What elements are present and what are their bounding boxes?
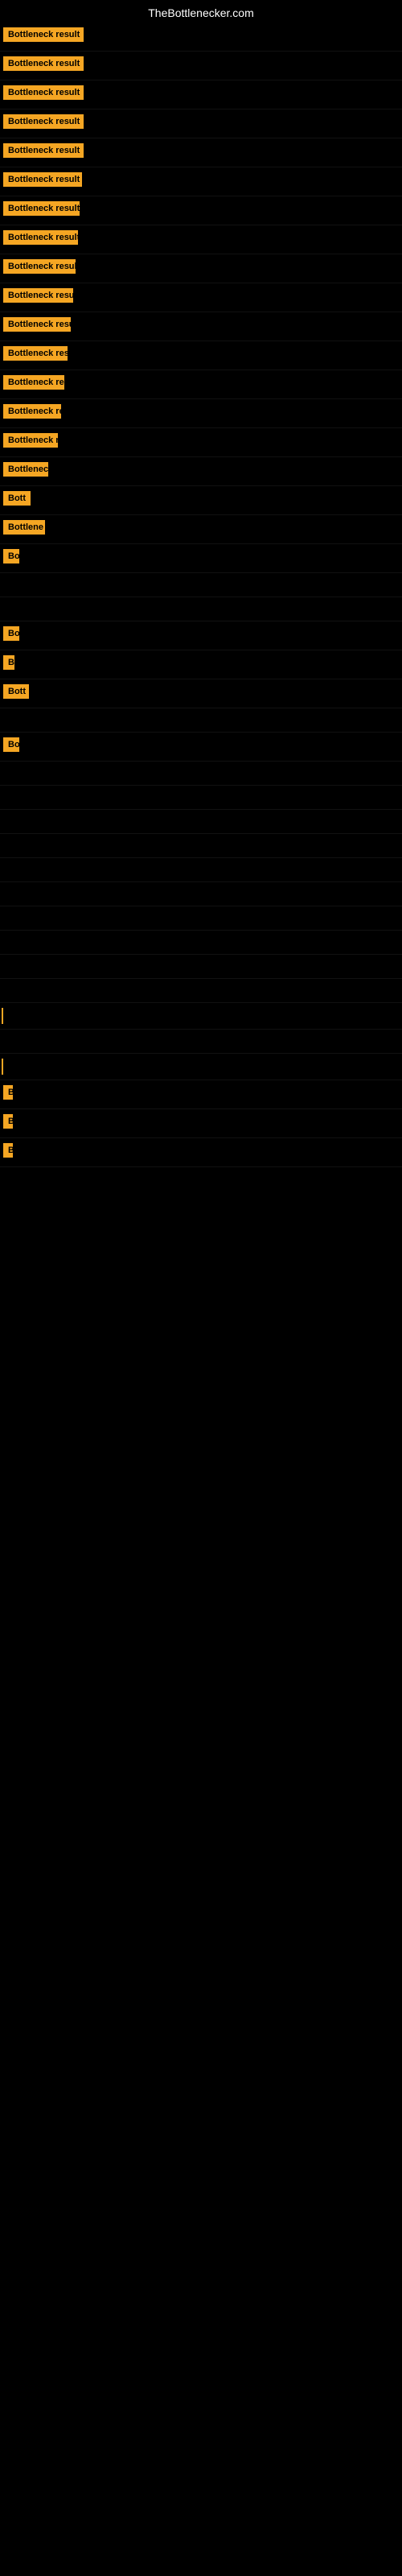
bottleneck-row: Bottleneck result bbox=[0, 167, 402, 196]
bottleneck-row: Bottleneck res bbox=[0, 370, 402, 399]
bottleneck-row bbox=[0, 1030, 402, 1054]
bottleneck-row: B bbox=[0, 1138, 402, 1167]
bottleneck-row bbox=[0, 1003, 402, 1030]
bottleneck-badge: Bottleneck result bbox=[3, 346, 68, 361]
bottleneck-badge: Bottleneck re bbox=[3, 433, 58, 448]
bottleneck-row bbox=[0, 810, 402, 834]
bottleneck-row bbox=[0, 979, 402, 1003]
bottleneck-row: Bottleneck re bbox=[0, 428, 402, 457]
bottleneck-badge: Bott bbox=[3, 491, 31, 506]
bottleneck-row: Bottleneck result bbox=[0, 283, 402, 312]
bottleneck-row bbox=[0, 834, 402, 858]
bottleneck-badge: Bottleneck result bbox=[3, 114, 84, 129]
bottleneck-row: Bo bbox=[0, 621, 402, 650]
bottleneck-row: Bottleneck result bbox=[0, 138, 402, 167]
bottleneck-row: Bottleneck result bbox=[0, 341, 402, 370]
bottleneck-row: Bottlene bbox=[0, 515, 402, 544]
bottleneck-row bbox=[0, 931, 402, 955]
badges-container: Bottleneck result Bottleneck result Bottle… bbox=[0, 23, 402, 1167]
vertical-marker bbox=[2, 1008, 3, 1024]
bottleneck-badge: Bo bbox=[3, 737, 19, 752]
bottleneck-row: B bbox=[0, 1109, 402, 1138]
bottleneck-row: Bottleneck result bbox=[0, 196, 402, 225]
bottleneck-row: Bottleneck result bbox=[0, 225, 402, 254]
bottleneck-badge: Bottleneck result bbox=[3, 27, 84, 42]
bottleneck-badge: B bbox=[3, 1085, 13, 1100]
bottleneck-row: Bottleneck result bbox=[0, 254, 402, 283]
bottleneck-row: B bbox=[0, 1080, 402, 1109]
bottleneck-row bbox=[0, 858, 402, 882]
bottleneck-row: Bottleneck result bbox=[0, 52, 402, 80]
bottleneck-row: Bottleneck result bbox=[0, 23, 402, 52]
vertical-marker bbox=[2, 1059, 3, 1075]
bottleneck-row: Bott bbox=[0, 486, 402, 515]
bottleneck-badge: B bbox=[3, 655, 14, 670]
bottleneck-row: Bo bbox=[0, 733, 402, 762]
bottleneck-badge: B bbox=[3, 1114, 13, 1129]
bottleneck-row bbox=[0, 906, 402, 931]
bottleneck-row bbox=[0, 573, 402, 597]
bottleneck-row: Bottleneck result bbox=[0, 109, 402, 138]
site-header: TheBottlenecker.com bbox=[0, 0, 402, 23]
bottleneck-badge: Bottleneck result bbox=[3, 85, 84, 100]
bottleneck-badge: Bottlenec bbox=[3, 462, 48, 477]
bottleneck-row: Bo bbox=[0, 544, 402, 573]
site-title: TheBottlenecker.com bbox=[0, 0, 402, 23]
bottleneck-badge: Bottleneck result bbox=[3, 172, 82, 187]
bottleneck-row bbox=[0, 597, 402, 621]
bottleneck-row bbox=[0, 1054, 402, 1080]
bottleneck-badge: Bottleneck result bbox=[3, 143, 84, 158]
bottleneck-badge: Bottleneck result bbox=[3, 230, 78, 245]
bottleneck-badge: Bottleneck result bbox=[3, 288, 73, 303]
bottleneck-row: Bottleneck result bbox=[0, 312, 402, 341]
bottleneck-badge: Bottleneck result bbox=[3, 259, 76, 274]
bottleneck-badge: B bbox=[3, 1143, 13, 1158]
bottleneck-row: Bott bbox=[0, 679, 402, 708]
bottleneck-row: Bottleneck result bbox=[0, 80, 402, 109]
bottleneck-badge: Bottleneck result bbox=[3, 317, 71, 332]
bottleneck-badge: Bottleneck res bbox=[3, 404, 61, 419]
bottleneck-badge: Bo bbox=[3, 626, 19, 641]
bottleneck-row: Bottlenec bbox=[0, 457, 402, 486]
bottleneck-badge: Bottlene bbox=[3, 520, 45, 535]
bottleneck-row bbox=[0, 955, 402, 979]
bottleneck-badge: Bott bbox=[3, 684, 29, 699]
bottleneck-badge: Bottleneck res bbox=[3, 375, 64, 390]
bottleneck-badge: Bo bbox=[3, 549, 19, 564]
bottleneck-row bbox=[0, 786, 402, 810]
bottleneck-row bbox=[0, 708, 402, 733]
bottleneck-badge: Bottleneck result bbox=[3, 56, 84, 71]
bottleneck-row bbox=[0, 762, 402, 786]
bottleneck-row: Bottleneck res bbox=[0, 399, 402, 428]
bottleneck-row: B bbox=[0, 650, 402, 679]
bottleneck-row bbox=[0, 882, 402, 906]
bottleneck-badge: Bottleneck result bbox=[3, 201, 80, 216]
